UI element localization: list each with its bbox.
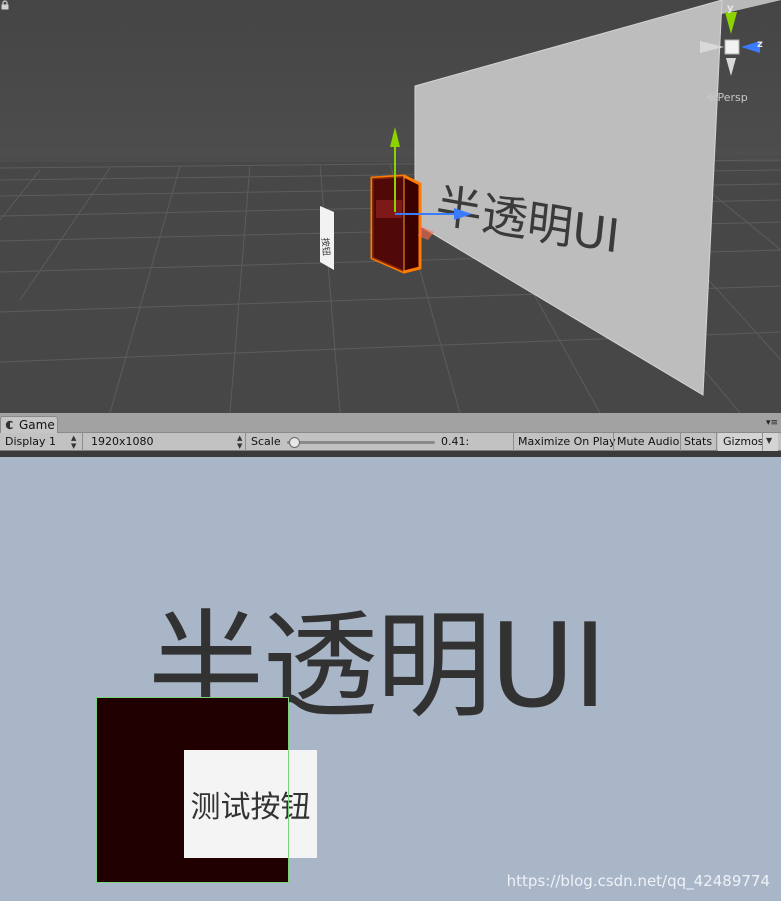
display-dropdown-arrow-icon: ▲ ▼ (71, 434, 77, 450)
test-button[interactable]: 测试按钮 (184, 750, 317, 858)
display-dropdown[interactable]: Display 1 (5, 433, 56, 451)
scale-value: 0.41: (441, 435, 470, 448)
scale-label: Scale (251, 435, 281, 448)
selection-outline (288, 697, 289, 883)
resolution-dropdown-arrow-icon: ▲ ▼ (237, 434, 243, 450)
toolbar-separator (513, 433, 514, 451)
toolbar-separator (245, 433, 246, 451)
resolution-dropdown[interactable]: 1920x1080 (91, 433, 154, 451)
mute-audio-button[interactable]: Mute Audio (617, 433, 679, 451)
projection-label: Persp (717, 91, 748, 104)
stats-button[interactable]: Stats (684, 433, 712, 451)
scene-view[interactable]: 半透明UI 按钮 y z ≪Persp (0, 0, 781, 413)
game-view[interactable]: 半透明UI 测试按钮 https://blog.csdn.net/qq_4248… (0, 457, 781, 901)
game-controller-icon (5, 420, 15, 430)
scene-canvas[interactable]: 半透明UI 按钮 (0, 0, 781, 413)
gizmo-y-label[interactable]: y (727, 3, 734, 14)
scale-slider-thumb[interactable] (288, 437, 300, 448)
gizmos-dropdown-arrow-icon[interactable]: ▼ (766, 437, 772, 445)
tab-game[interactable]: Game (0, 416, 58, 433)
toolbar-separator (613, 433, 614, 451)
watermark: https://blog.csdn.net/qq_42489774 (506, 872, 770, 890)
chevron-left-icon: ≪ (706, 91, 718, 104)
toolbar-separator (680, 433, 681, 451)
projection-toggle[interactable]: ≪Persp (706, 91, 748, 104)
scale-slider-track[interactable] (287, 441, 435, 444)
toolbar-separator (762, 433, 763, 451)
game-tab-bar: Game ▾≡ (0, 413, 781, 433)
gizmo-z-label[interactable]: z (757, 39, 763, 50)
game-toolbar: Display 1 ▲ ▼ 1920x1080 ▲ ▼ Scale 0.41: Ma… (0, 433, 781, 451)
gizmos-label[interactable]: Gizmos (723, 433, 764, 451)
lock-icon[interactable] (0, 0, 10, 10)
maximize-on-play-button[interactable]: Maximize On Play (518, 433, 616, 451)
tab-game-label: Game (19, 418, 55, 432)
toolbar-separator (82, 433, 83, 451)
tab-menu-icon[interactable]: ▾≡ (766, 418, 778, 428)
toolbar-separator (716, 433, 717, 451)
